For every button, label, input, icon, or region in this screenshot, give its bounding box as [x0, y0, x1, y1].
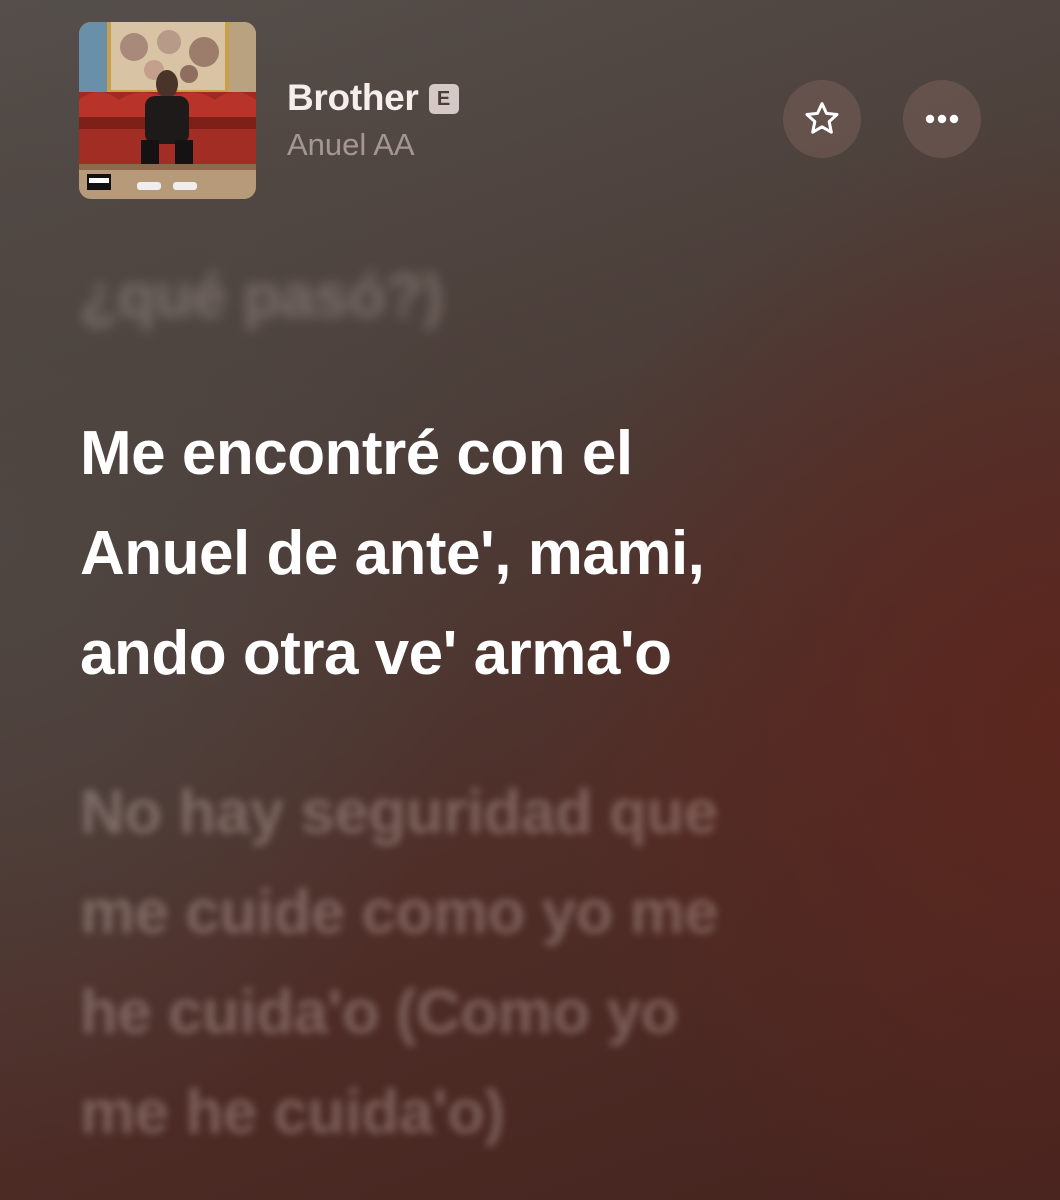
now-playing-header: Brother E Anuel AA	[0, 0, 1060, 230]
lyric-line-current[interactable]: Me encontré con el Anuel de ante', mami,…	[80, 404, 705, 704]
star-outline-icon	[805, 102, 839, 134]
song-title[interactable]: Brother E	[287, 76, 459, 120]
artist-name[interactable]: Anuel AA	[287, 126, 415, 164]
more-options-button[interactable]	[903, 80, 981, 158]
lyric-line-previous[interactable]: ¿qué pasó?)	[80, 247, 444, 347]
favorite-button[interactable]	[783, 80, 861, 158]
explicit-badge: E	[428, 84, 459, 114]
ellipsis-icon	[925, 114, 959, 124]
album-cover-image	[79, 22, 256, 199]
album-art[interactable]	[79, 22, 256, 199]
song-title-text: Brother	[287, 77, 419, 118]
lyric-line-next[interactable]: No hay seguridad que me cuide como yo me…	[80, 763, 719, 1163]
